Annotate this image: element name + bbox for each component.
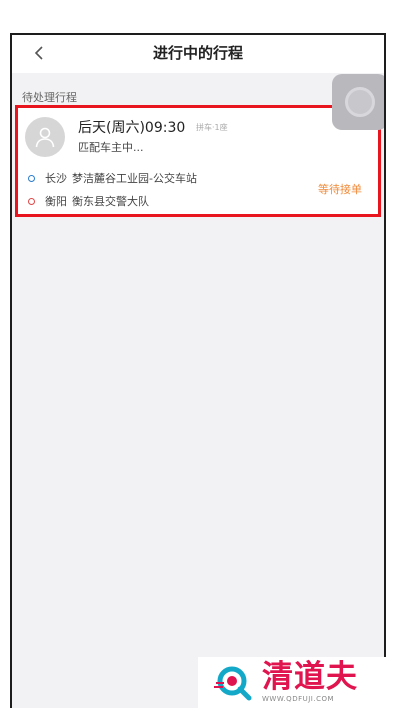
origin-dot-icon — [28, 174, 35, 182]
user-avatar-icon — [35, 127, 55, 148]
destination-dot-icon — [28, 197, 35, 205]
phone-screen: 进行中的行程 待处理行程 后天(周六)09:30 拼车·1座 匹配车主中... … — [10, 33, 386, 708]
watermark-url: WWW.QDFUJI.COM — [262, 695, 335, 703]
page-title: 进行中的行程 — [152, 44, 243, 62]
watermark: 清道夫 WWW.QDFUJI.COM — [198, 657, 400, 708]
trip-origin: 长沙 梦洁麓谷工业园-公交车站 — [28, 170, 197, 186]
driver-avatar — [25, 117, 65, 157]
trip-departure-time: 后天(周六)09:30 — [78, 120, 186, 136]
trip-destination: 衡阳 衡东县交警大队 — [28, 193, 149, 209]
trip-status: 匹配车主中... — [78, 141, 144, 154]
trip-type-tag: 拼车·1座 — [196, 123, 228, 132]
assistive-touch-button[interactable] — [332, 74, 384, 130]
watermark-brand: 清道夫 WWW.QDFUJI.COM — [262, 662, 358, 703]
destination-place: 衡东县交警大队 — [72, 195, 149, 208]
watermark-logo — [214, 663, 254, 703]
origin-place: 梦洁麓谷工业园-公交车站 — [72, 172, 197, 185]
navigation-bar: 进行中的行程 — [12, 35, 384, 73]
waiting-status-label: 等待接单 — [318, 183, 362, 196]
destination-city: 衡阳 — [45, 195, 67, 208]
assistive-touch-icon — [345, 87, 375, 117]
origin-city: 长沙 — [45, 172, 67, 185]
trip-card[interactable]: 后天(周六)09:30 拼车·1座 匹配车主中... 长沙 梦洁麓谷工业园-公交… — [15, 105, 381, 217]
magnifier-logo-icon — [214, 666, 252, 700]
watermark-text: 清道夫 — [262, 659, 358, 695]
section-label: 待处理行程 — [22, 91, 77, 104]
